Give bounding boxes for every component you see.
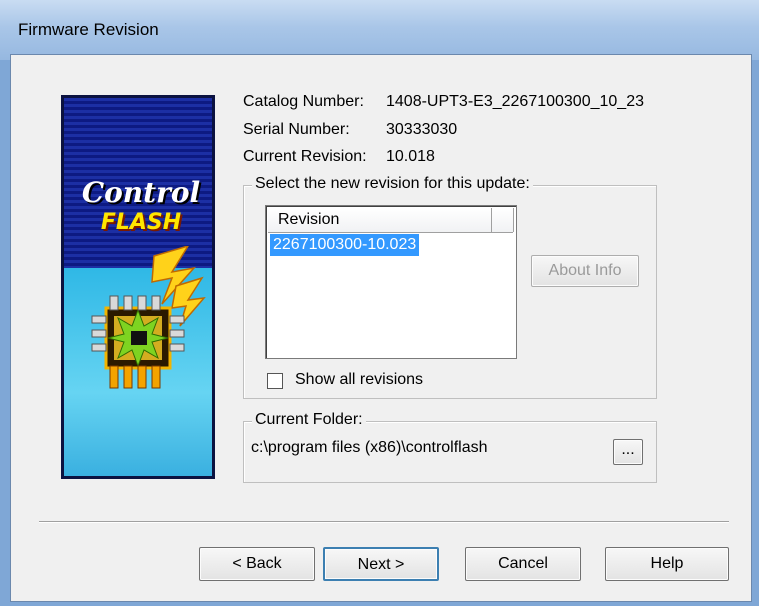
- firmware-revision-window: Firmware Revision Control FLASH Catalog …: [0, 0, 759, 606]
- window-title: Firmware Revision: [18, 20, 159, 39]
- revision-list-item-selected[interactable]: 2267100300-10.023: [270, 234, 420, 256]
- footer-separator: [39, 521, 729, 523]
- show-all-revisions-checkbox[interactable]: [267, 373, 283, 389]
- browse-folder-button[interactable]: ...: [613, 439, 643, 465]
- logo-text-flash: FLASH: [100, 210, 182, 235]
- serial-number-label: Serial Number:: [243, 121, 350, 138]
- column-header-revision[interactable]: Revision: [268, 208, 492, 232]
- current-folder-path: c:\program files (x86)\controlflash: [251, 439, 488, 456]
- column-header-revision-label: Revision: [278, 211, 340, 228]
- revision-list-header: Revision: [268, 208, 514, 233]
- next-button[interactable]: Next >: [323, 547, 439, 581]
- back-button[interactable]: < Back: [199, 547, 315, 581]
- help-button[interactable]: Help: [605, 547, 729, 581]
- revision-group-legend: Select the new revision for this update:: [252, 175, 533, 193]
- cancel-button[interactable]: Cancel: [465, 547, 581, 581]
- serial-number-value: 30333030: [386, 121, 458, 138]
- catalog-number-value: 1408-UPT3-E3_2267100300_10_23: [386, 93, 644, 110]
- catalog-number-label: Catalog Number:: [243, 93, 364, 110]
- show-all-revisions-label[interactable]: Show all revisions: [295, 371, 423, 389]
- about-info-button[interactable]: About Info: [531, 255, 639, 287]
- flash-chip-icon: [91, 246, 206, 389]
- current-revision-value: 10.018: [386, 148, 435, 165]
- current-folder-legend: Current Folder:: [252, 411, 366, 429]
- title-bar[interactable]: Firmware Revision: [0, 0, 759, 60]
- logo-text-control: Control: [81, 176, 201, 209]
- dialog-client-area: Control FLASH Catalog Number: 1408-UPT3-…: [10, 54, 752, 602]
- controlflash-logo-panel: Control FLASH: [61, 95, 215, 479]
- revision-list[interactable]: Revision 2267100300-10.023: [265, 205, 517, 359]
- column-header-empty[interactable]: [492, 208, 514, 232]
- current-revision-label: Current Revision:: [243, 148, 367, 165]
